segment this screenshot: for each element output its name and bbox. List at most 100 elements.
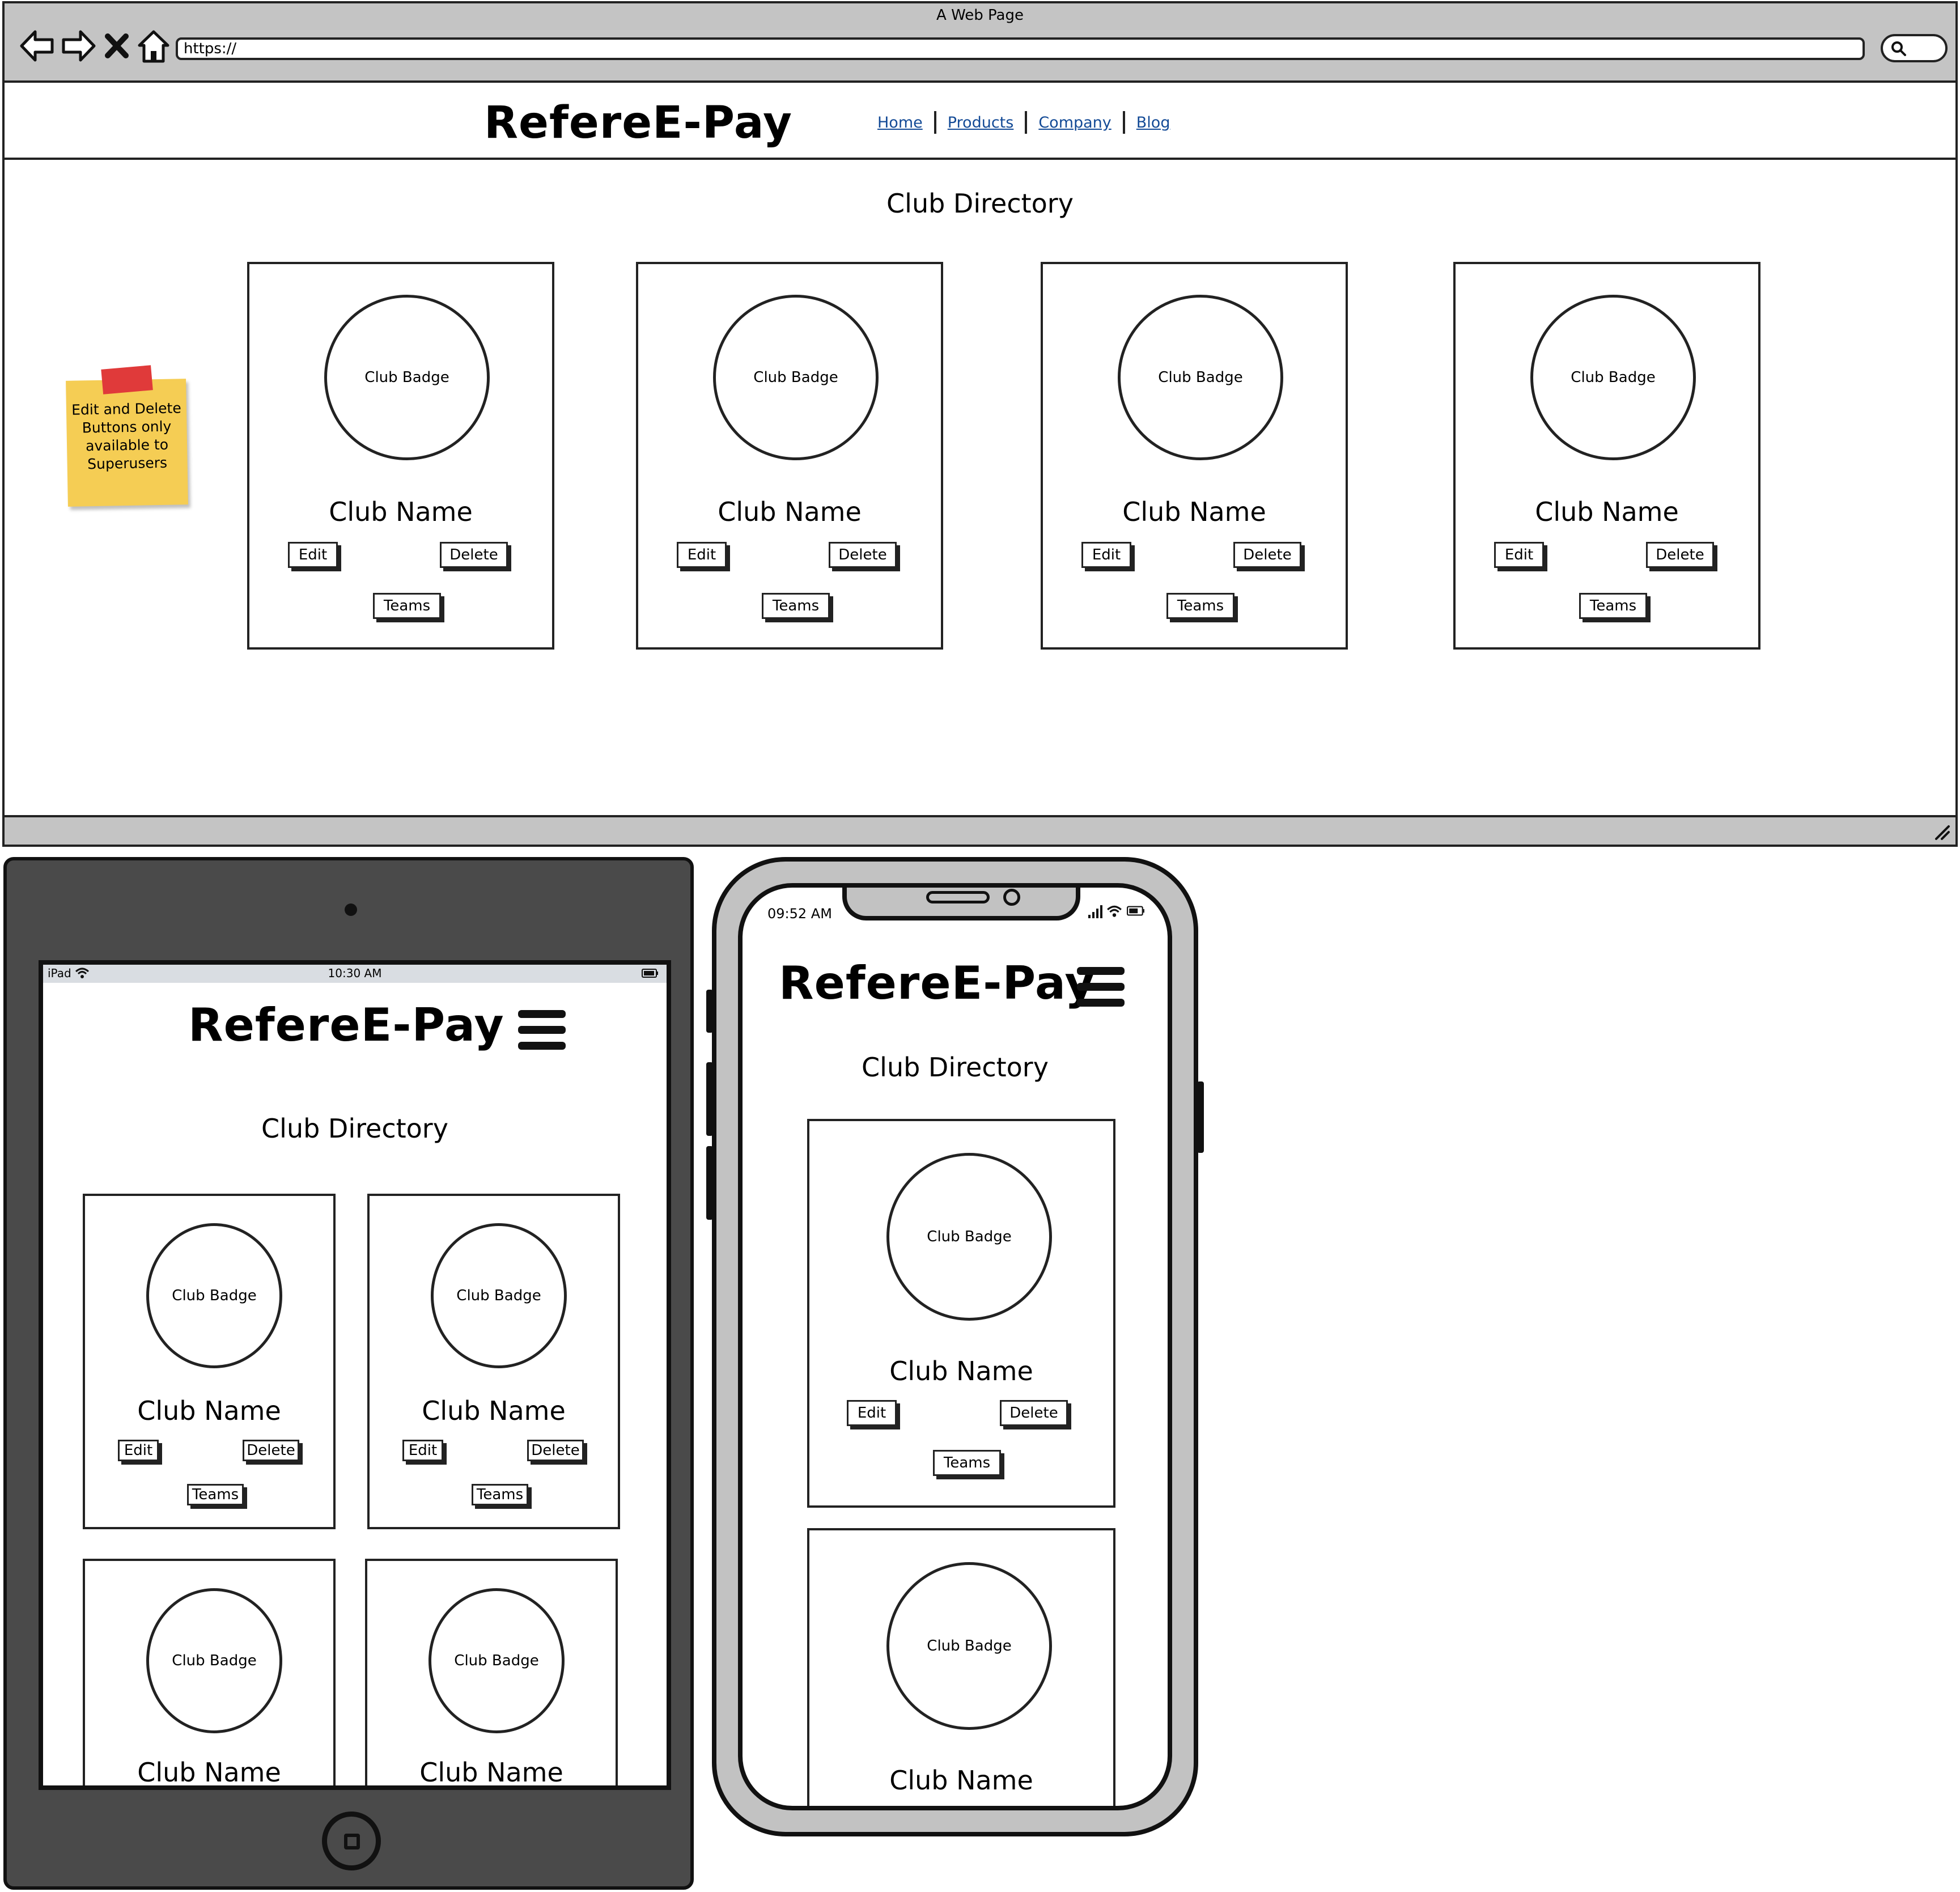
club-badge: Club Badge: [886, 1562, 1052, 1730]
stop-icon[interactable]: [100, 26, 134, 66]
browser-titlebar: A Web Page https://: [5, 3, 1955, 83]
volume-down-button[interactable]: [706, 1146, 713, 1220]
club-card: Club Badge Club Name Edit Delete Teams: [1453, 262, 1760, 650]
page-title: Club Directory: [261, 1113, 448, 1144]
forward-arrow-icon[interactable]: [59, 26, 99, 66]
sticky-tape: [101, 365, 153, 394]
teams-button[interactable]: Teams: [933, 1450, 1001, 1476]
edit-button[interactable]: Edit: [118, 1440, 159, 1461]
delete-button[interactable]: Delete: [527, 1440, 584, 1461]
club-badge: Club Badge: [1530, 295, 1696, 460]
teams-button[interactable]: Teams: [373, 593, 441, 619]
window-title: A Web Page: [936, 7, 1024, 24]
club-card: Club Badge Club Name Edit Delete Teams: [367, 1194, 620, 1529]
delete-button[interactable]: Delete: [829, 542, 897, 568]
teams-button[interactable]: Teams: [762, 593, 830, 619]
club-name: Club Name: [889, 1765, 1033, 1796]
phone-screen: 09:52 AM RefereE-Pay Club Directory Club…: [738, 883, 1172, 1810]
teams-button[interactable]: Teams: [187, 1484, 244, 1505]
battery-icon: [1127, 906, 1144, 916]
edit-button[interactable]: Edit: [402, 1440, 443, 1461]
resize-grip-icon[interactable]: [1932, 822, 1951, 841]
status-time: 09:52 AM: [767, 906, 832, 922]
page-title: Club Directory: [862, 1052, 1049, 1083]
nav-link-company[interactable]: Company: [1038, 114, 1111, 131]
tablet-device: iPad 10:30 AM RefereE-Pay Club Directory…: [3, 857, 694, 1890]
sticky-note-text: Edit and Delete Buttons only available t…: [71, 400, 181, 473]
club-badge: Club Badge: [431, 1223, 567, 1368]
club-name: Club Name: [329, 497, 473, 527]
back-arrow-icon[interactable]: [17, 26, 57, 66]
browser-search-field[interactable]: [1881, 34, 1948, 62]
club-name: Club Name: [1122, 497, 1266, 527]
delete-button[interactable]: Delete: [1646, 542, 1714, 568]
volume-up-button[interactable]: [706, 1062, 713, 1136]
nav-divider: [934, 111, 936, 134]
wifi-icon: [1107, 905, 1122, 917]
club-name: Club Name: [422, 1395, 566, 1426]
delete-button[interactable]: Delete: [1000, 1400, 1068, 1426]
home-button[interactable]: [322, 1812, 381, 1870]
club-card: Club Badge Club Name: [807, 1528, 1115, 1806]
brand-logo[interactable]: RefereE-Pay: [188, 999, 504, 1051]
club-badge: Club Badge: [146, 1588, 282, 1733]
club-name: Club Name: [1535, 497, 1679, 527]
tablet-status-bar: iPad 10:30 AM: [43, 965, 667, 983]
club-name: Club Name: [137, 1395, 281, 1426]
teams-button[interactable]: Teams: [1166, 593, 1234, 619]
front-camera: [1003, 889, 1020, 906]
main-nav: Home Products Company Blog: [877, 111, 1170, 134]
club-card: Club Badge Club Name: [365, 1559, 618, 1788]
page-title: Club Directory: [886, 188, 1074, 219]
nav-divider: [1122, 111, 1125, 134]
club-name: Club Name: [889, 1356, 1033, 1386]
club-name: Club Name: [137, 1757, 281, 1788]
search-icon: [1891, 41, 1906, 56]
phone-device: 09:52 AM RefereE-Pay Club Directory Club…: [706, 857, 1204, 1836]
nav-divider: [1025, 111, 1028, 134]
hamburger-menu-icon[interactable]: [518, 1010, 566, 1052]
club-card: Club Badge Club Name: [83, 1559, 336, 1788]
brand-logo[interactable]: RefereE-Pay: [484, 97, 792, 149]
hamburger-menu-icon[interactable]: [1077, 967, 1125, 1009]
club-badge: Club Badge: [324, 295, 490, 460]
club-name: Club Name: [419, 1757, 563, 1788]
edit-button[interactable]: Edit: [1494, 542, 1544, 568]
tablet-screen: iPad 10:30 AM RefereE-Pay Club Directory…: [39, 960, 671, 1790]
club-card: Club Badge Club Name Edit Delete Teams: [83, 1194, 336, 1529]
speaker-grille: [926, 891, 990, 903]
club-card: Club Badge Club Name Edit Delete Teams: [807, 1119, 1115, 1508]
club-badge: Club Badge: [1118, 295, 1283, 460]
status-time: 10:30 AM: [328, 966, 382, 980]
club-badge: Club Badge: [146, 1223, 282, 1368]
club-card: Club Badge Club Name Edit Delete Teams: [1041, 262, 1348, 650]
nav-link-products[interactable]: Products: [948, 114, 1014, 131]
silent-switch[interactable]: [706, 990, 713, 1033]
edit-button[interactable]: Edit: [847, 1400, 897, 1426]
url-input[interactable]: https://: [176, 37, 1865, 60]
power-button[interactable]: [1197, 1081, 1204, 1153]
home-icon[interactable]: [134, 26, 173, 66]
club-badge: Club Badge: [429, 1588, 565, 1733]
brand-logo[interactable]: RefereE-Pay: [779, 957, 1095, 1009]
edit-button[interactable]: Edit: [288, 542, 338, 568]
nav-link-home[interactable]: Home: [877, 114, 923, 131]
club-card: Club Badge Club Name Edit Delete Teams: [636, 262, 943, 650]
club-name: Club Name: [718, 497, 862, 527]
edit-button[interactable]: Edit: [677, 542, 727, 568]
sticky-note: Edit and Delete Buttons only available t…: [66, 365, 188, 507]
tablet-camera: [345, 903, 357, 916]
home-button-icon: [344, 1834, 360, 1849]
teams-button[interactable]: Teams: [1579, 593, 1647, 619]
site-header: RefereE-Pay Home Products Company Blog: [5, 83, 1955, 160]
browser-window: A Web Page https:// RefereE-Pay Home Pro…: [2, 1, 1958, 847]
club-badge: Club Badge: [886, 1153, 1052, 1321]
delete-button[interactable]: Delete: [1233, 542, 1301, 568]
edit-button[interactable]: Edit: [1081, 542, 1131, 568]
delete-button[interactable]: Delete: [243, 1440, 299, 1461]
battery-icon: [642, 969, 658, 978]
nav-link-blog[interactable]: Blog: [1136, 114, 1170, 131]
delete-button[interactable]: Delete: [440, 542, 508, 568]
teams-button[interactable]: Teams: [472, 1484, 528, 1505]
signal-icon: [1088, 905, 1102, 918]
